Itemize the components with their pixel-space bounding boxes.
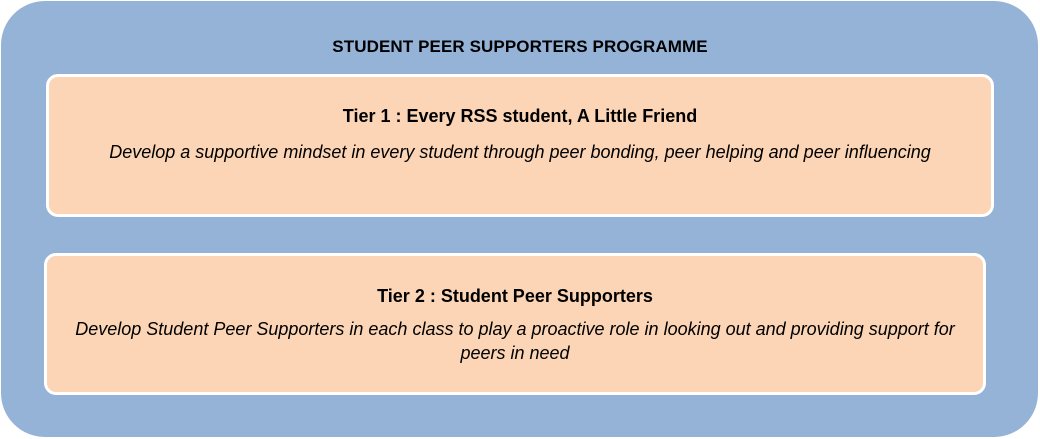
- tier-2-description: Develop Student Peer Supporters in each …: [75, 319, 955, 363]
- tier-2-title: Tier 2 : Student Peer Supporters: [377, 286, 653, 306]
- tier-1-description: Develop a supportive mindset in every st…: [109, 142, 931, 162]
- programme-title: STUDENT PEER SUPPORTERS PROGRAMME: [332, 37, 708, 56]
- tier-1-box: Tier 1 : Every RSS student, A Little Fri…: [46, 74, 994, 217]
- tier-1-title: Tier 1 : Every RSS student, A Little Fri…: [342, 106, 698, 126]
- tier-2-box: Tier 2 : Student Peer Supporters Develop…: [44, 253, 986, 395]
